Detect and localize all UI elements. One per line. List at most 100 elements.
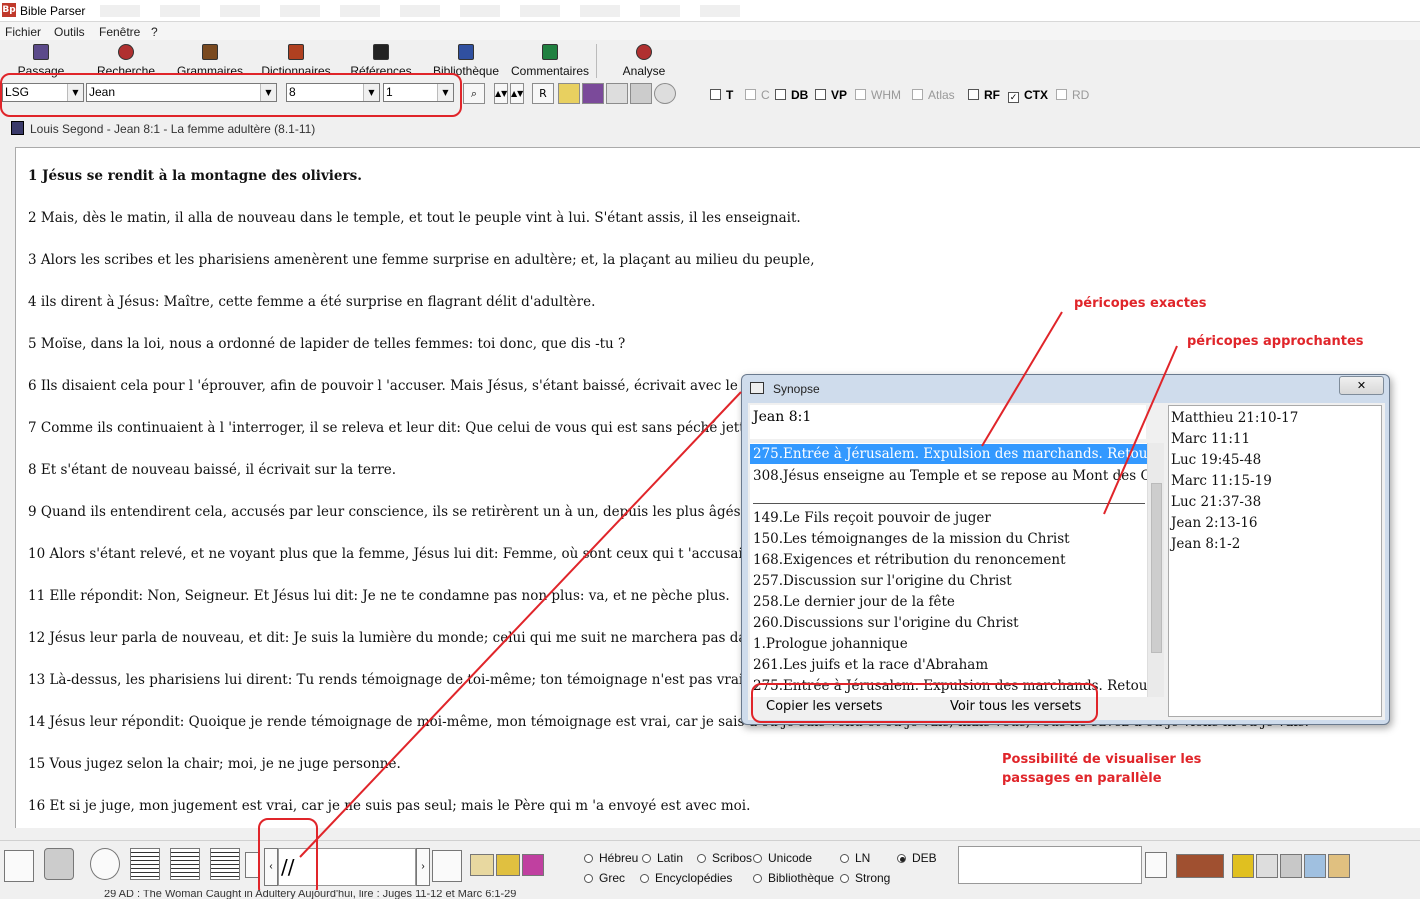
radio-circle[interactable] bbox=[640, 874, 649, 883]
table-icon[interactable] bbox=[1304, 854, 1326, 878]
radio-circle[interactable] bbox=[697, 854, 706, 863]
radio-circle[interactable] bbox=[753, 854, 762, 863]
chevron-right-icon[interactable]: › bbox=[416, 848, 430, 886]
checkbox-rf[interactable]: RF bbox=[968, 88, 1000, 102]
radio-hebreu[interactable]: Hébreu bbox=[584, 851, 638, 865]
commentaires-button[interactable]: Commentaires bbox=[509, 42, 591, 80]
radio-circle[interactable] bbox=[584, 854, 593, 863]
checkbox-box[interactable] bbox=[815, 89, 826, 100]
pericope-approx[interactable]: 1.Prologue johannique bbox=[753, 636, 908, 652]
columns-view-icon[interactable] bbox=[130, 848, 160, 880]
disc-icon[interactable] bbox=[654, 83, 676, 104]
search-icon[interactable] bbox=[1145, 852, 1167, 878]
checkmark-icon[interactable]: ✓ bbox=[1008, 92, 1019, 103]
synopse-reference-field[interactable]: Jean 8:1 bbox=[750, 405, 1146, 439]
notes-icon[interactable] bbox=[558, 83, 580, 104]
checkbox-whm[interactable]: WHM bbox=[855, 88, 901, 102]
search-icon[interactable] bbox=[432, 850, 462, 882]
radio-unicode[interactable]: Unicode bbox=[753, 851, 812, 865]
pericope-approx[interactable]: 150.Les témoignanges de la mission du Ch… bbox=[753, 531, 1070, 547]
grid-icon[interactable] bbox=[1256, 854, 1278, 878]
radio-circle[interactable] bbox=[753, 874, 762, 883]
zoom-icon[interactable] bbox=[90, 848, 120, 880]
checkbox-box[interactable] bbox=[745, 89, 756, 100]
radio-grec[interactable]: Grec bbox=[584, 871, 625, 885]
parallel-ref[interactable]: Jean 8:1-2 bbox=[1171, 536, 1240, 552]
r-button[interactable]: R bbox=[532, 83, 554, 104]
radio-encyclopedies[interactable]: Encyclopédies bbox=[640, 871, 732, 885]
checkbox-box[interactable] bbox=[775, 89, 786, 100]
menu-fichier[interactable]: Fichier bbox=[5, 25, 41, 39]
parallel-ref[interactable]: Luc 21:37-38 bbox=[1171, 494, 1261, 510]
omega-icon[interactable] bbox=[245, 852, 259, 878]
books-icon[interactable] bbox=[1176, 854, 1224, 878]
checkbox-box[interactable] bbox=[710, 89, 721, 100]
radio-bibliotheque[interactable]: Bibliothèque bbox=[753, 871, 834, 885]
checkbox-box[interactable] bbox=[1056, 89, 1067, 100]
chart-icon[interactable] bbox=[522, 854, 544, 876]
checkbox-atlas[interactable]: Atlas bbox=[912, 88, 955, 102]
radio-strong[interactable]: Strong bbox=[840, 871, 890, 885]
checkbox-box[interactable] bbox=[968, 89, 979, 100]
dictionary-search-input[interactable] bbox=[958, 846, 1142, 884]
checkbox-rd[interactable]: RD bbox=[1056, 88, 1089, 102]
radio-deb[interactable]: DEB bbox=[897, 851, 937, 865]
spin-up-down-1[interactable]: ▲▼ bbox=[494, 83, 508, 104]
checkbox-vp[interactable]: VP bbox=[815, 88, 847, 102]
scrollbar-thumb[interactable] bbox=[1151, 483, 1162, 653]
pericope-exact-2[interactable]: 308.Jésus enseigne au Temple et se repos… bbox=[753, 468, 1147, 484]
pericope-approx[interactable]: 149.Le Fils reçoit pouvoir de juger bbox=[753, 510, 991, 526]
grid-icon[interactable] bbox=[496, 854, 520, 876]
checkbox-box[interactable] bbox=[912, 89, 923, 100]
menu-help[interactable]: ? bbox=[151, 25, 158, 39]
home-icon[interactable] bbox=[4, 850, 34, 882]
back-arrow-icon[interactable] bbox=[44, 848, 74, 880]
parallel-references-list[interactable]: Matthieu 21:10-17 Marc 11:11 Luc 19:45-4… bbox=[1168, 405, 1382, 717]
pericope-scrollbar[interactable] bbox=[1147, 443, 1164, 697]
radio-ln[interactable]: LN bbox=[840, 851, 870, 865]
checkbox-t-label: T bbox=[726, 88, 734, 102]
radio-latin[interactable]: Latin bbox=[642, 851, 683, 865]
pericope-approx[interactable]: 260.Discussions sur l'origine du Christ bbox=[753, 615, 1019, 631]
pericope-approx[interactable]: 258.Le dernier jour de la fête bbox=[753, 594, 955, 610]
radio-circle-selected[interactable] bbox=[897, 854, 906, 863]
go-search-button[interactable]: ⌕ bbox=[463, 83, 485, 104]
radio-circle[interactable] bbox=[840, 874, 849, 883]
parallel-ref[interactable]: Matthieu 21:10-17 bbox=[1171, 410, 1298, 426]
checkbox-db[interactable]: DB bbox=[775, 88, 808, 102]
tools-icon[interactable] bbox=[630, 83, 652, 104]
books-stack-icon[interactable] bbox=[582, 83, 604, 104]
annotation-parallel-2: passages en parallèle bbox=[1002, 771, 1162, 786]
checkbox-ctx[interactable]: ✓ CTX bbox=[1008, 88, 1048, 103]
network-icon[interactable] bbox=[606, 83, 628, 104]
checkbox-c[interactable]: C bbox=[745, 88, 770, 102]
keyboard-icon[interactable] bbox=[470, 854, 494, 876]
parallel-ref[interactable]: Jean 2:13-16 bbox=[1171, 515, 1258, 531]
pericope-approx[interactable]: 168.Exigences et rétribution du renoncem… bbox=[753, 552, 1066, 568]
pericope-approx[interactable]: 257.Discussion sur l'origine du Christ bbox=[753, 573, 1012, 589]
radio-circle[interactable] bbox=[642, 854, 651, 863]
parallel-ref[interactable]: Marc 11:15-19 bbox=[1171, 473, 1272, 489]
analyse-button[interactable]: Analyse bbox=[618, 42, 670, 80]
pericope-approx[interactable]: 261.Les juifs et la race d'Abraham bbox=[753, 657, 988, 673]
radio-circle[interactable] bbox=[584, 874, 593, 883]
menu-outils[interactable]: Outils bbox=[54, 25, 85, 39]
network-icon[interactable] bbox=[1280, 854, 1302, 878]
close-button[interactable]: ✕ bbox=[1339, 376, 1384, 395]
checkbox-box[interactable] bbox=[855, 89, 866, 100]
window-view-icon[interactable] bbox=[210, 848, 240, 880]
list-view-icon[interactable] bbox=[170, 848, 200, 880]
menu-fenetre[interactable]: Fenêtre bbox=[99, 25, 140, 39]
map-icon[interactable] bbox=[1328, 854, 1350, 878]
bookmark-icon[interactable] bbox=[1232, 854, 1254, 878]
parallel-ref[interactable]: Marc 11:11 bbox=[1171, 431, 1250, 447]
background-window-ghost bbox=[100, 5, 760, 17]
list-item-selected[interactable]: 275.Entrée à Jérusalem. Expulsion des ma… bbox=[750, 444, 1147, 464]
pericope-list[interactable]: 275.Entrée à Jérusalem. Expulsion des ma… bbox=[750, 443, 1147, 697]
document-title: Louis Segond - Jean 8:1 - La femme adult… bbox=[30, 122, 316, 136]
spin-up-down-2[interactable]: ▲▼ bbox=[510, 83, 524, 104]
checkbox-t[interactable]: T bbox=[710, 88, 733, 102]
radio-scribos[interactable]: Scribos bbox=[697, 851, 752, 865]
radio-circle[interactable] bbox=[840, 854, 849, 863]
parallel-ref[interactable]: Luc 19:45-48 bbox=[1171, 452, 1261, 468]
